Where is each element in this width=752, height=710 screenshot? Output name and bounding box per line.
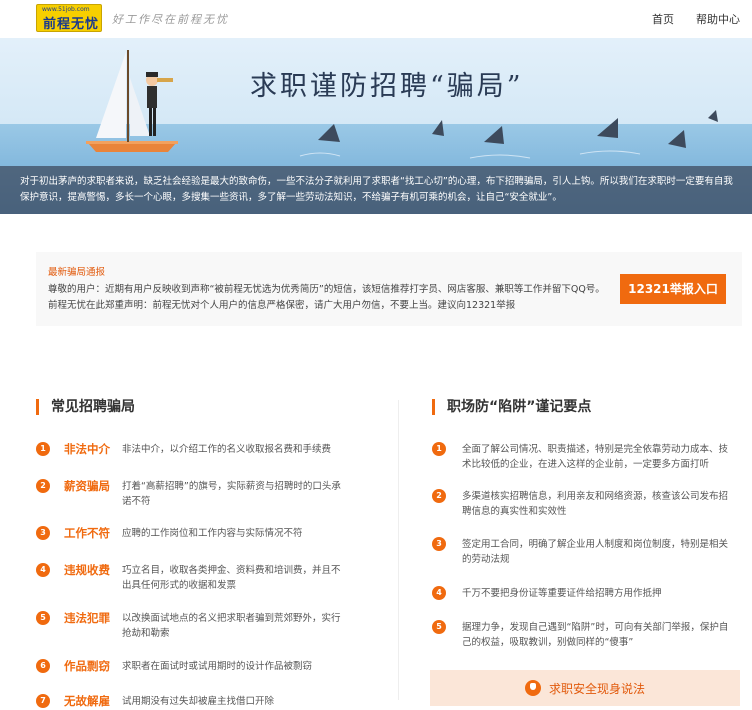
list-item: 7 无故解雇 试用期没有过失却被雇主找借口开除 xyxy=(36,694,347,709)
item-desc: 求职者在面试时或试用期时的设计作品被剽窃 xyxy=(122,661,313,672)
item-desc: 千万不要把身份证等重要证件给招聘方用作抵押 xyxy=(462,588,662,599)
item-name: 非法中介 xyxy=(64,442,110,456)
notice-body: 尊敬的用户：近期有用户反映收到声称“被前程无忧选为优秀简历”的短信，该短信推荐打… xyxy=(48,284,605,311)
item-desc: 巧立名目，收取各类押金、资料费和培训费，并且不出具任何形式的收据和发票 xyxy=(122,565,341,591)
nav-home-link[interactable]: 首页 xyxy=(652,11,674,27)
item-name: 工作不符 xyxy=(64,526,110,540)
item-desc: 应聘的工作岗位和工作内容与实际情况不符 xyxy=(122,528,303,539)
item-name: 违规收费 xyxy=(64,563,110,577)
common-scams-title: 常见招聘骗局 xyxy=(36,399,135,415)
safety-stories-button[interactable]: 求职安全现身说法 xyxy=(430,670,740,706)
safety-stories-label: 求职安全现身说法 xyxy=(548,681,645,696)
item-desc: 非法中介，以介绍工作的名义收取报名费和手续费 xyxy=(122,444,332,455)
item-name: 薪资骗局 xyxy=(64,479,110,493)
column-divider xyxy=(398,400,399,700)
top-header: www.51job.com 前程无忧 好工作尽在前程无忧 首页 帮助中心 xyxy=(0,0,752,38)
workplace-tips-title: 职场防“陷阱”谨记要点 xyxy=(432,399,591,415)
slogan: 好工作尽在前程无忧 xyxy=(112,13,229,26)
item-name: 作品剽窃 xyxy=(64,659,110,673)
list-item: 4 违规收费 巧立名目，收取各类押金、资料费和培训费，并且不出具任何形式的收据和… xyxy=(36,563,347,593)
list-item: 5 违法犯罪 以改换面试地点的名义把求职者骗到荒郊野外，实行抢劫和勒索 xyxy=(36,611,347,641)
list-item: 3 签定用工合同，明确了解企业用人制度和岗位制度，特别是相关的劳动法规 xyxy=(432,537,737,567)
latest-scam-notice: 最新骗局通报 尊敬的用户：近期有用户反映收到声称“被前程无忧选为优秀简历”的短信… xyxy=(36,252,742,326)
number-badge: 6 xyxy=(36,659,50,673)
list-item: 4 千万不要把身份证等重要证件给招聘方用作抵押 xyxy=(432,586,737,601)
item-desc: 签定用工合同，明确了解企业用人制度和岗位制度，特别是相关的劳动法规 xyxy=(462,539,729,565)
top-nav: 首页 帮助中心 xyxy=(652,11,740,27)
report-12321-button[interactable]: 12321举报入口 xyxy=(620,274,726,304)
item-desc: 打着“高薪招聘”的旗号，实际薪资与招聘时的口头承诺不符 xyxy=(122,481,341,507)
number-badge: 2 xyxy=(432,489,446,503)
item-desc: 以改换面试地点的名义把求职者骗到荒郊野外，实行抢劫和勒索 xyxy=(122,613,341,639)
item-name: 违法犯罪 xyxy=(64,611,110,625)
list-item: 2 多渠道核实招聘信息，利用亲友和网络资源，核查该公司发布招聘信息的真实性和实效… xyxy=(432,489,737,519)
list-item: 1 非法中介 非法中介，以介绍工作的名义收取报名费和手续费 xyxy=(36,442,347,457)
item-desc: 据理力争，发现自己遇到“陷阱”时，可向有关部门举报，保护自己的权益，吸取教训，别… xyxy=(462,622,729,648)
number-badge: 2 xyxy=(36,479,50,493)
item-name: 无故解雇 xyxy=(64,694,110,708)
logo-text: 前程无忧 xyxy=(43,17,100,32)
list-item: 3 工作不符 应聘的工作岗位和工作内容与实际情况不符 xyxy=(36,526,347,541)
shield-icon xyxy=(524,680,541,696)
hero-banner: 求职谨防招聘“骗局” 对于初出茅庐的求职者来说，缺乏社会经验是最大的致命伤，一些… xyxy=(0,38,752,214)
list-item: 1 全面了解公司情况、职责描述，特别是完全依靠劳动力成本、技术比较低的企业，在进… xyxy=(432,442,737,472)
list-item: 2 薪资骗局 打着“高薪招聘”的旗号，实际薪资与招聘时的口头承诺不符 xyxy=(36,479,347,509)
number-badge: 4 xyxy=(36,563,50,577)
item-desc: 多渠道核实招聘信息，利用亲友和网络资源，核查该公司发布招聘信息的真实性和实效性 xyxy=(462,491,729,517)
notice-title: 最新骗局通报 xyxy=(48,267,106,278)
number-badge: 3 xyxy=(432,537,446,551)
number-badge: 4 xyxy=(432,586,446,600)
number-badge: 1 xyxy=(36,442,50,456)
list-item: 5 据理力争，发现自己遇到“陷阱”时，可向有关部门举报，保护自己的权益，吸取教训… xyxy=(432,620,737,650)
logo-url: www.51job.com xyxy=(42,6,90,13)
number-badge: 3 xyxy=(36,526,50,540)
number-badge: 7 xyxy=(36,694,50,708)
number-badge: 1 xyxy=(432,442,446,456)
number-badge: 5 xyxy=(36,611,50,625)
number-badge: 5 xyxy=(432,620,446,634)
banner-title: 求职谨防招聘“骗局” xyxy=(250,71,524,102)
banner-intro-text: 对于初出茅庐的求职者来说，缺乏社会经验是最大的致命伤，一些不法分子就利用了求职者… xyxy=(0,166,752,214)
logo[interactable]: www.51job.com 前程无忧 xyxy=(36,4,102,32)
item-desc: 全面了解公司情况、职责描述，特别是完全依靠劳动力成本、技术比较低的企业，在进入这… xyxy=(462,444,729,470)
nav-help-link[interactable]: 帮助中心 xyxy=(696,11,740,27)
list-item: 6 作品剽窃 求职者在面试时或试用期时的设计作品被剽窃 xyxy=(36,659,347,674)
item-desc: 试用期没有过失却被雇主找借口开除 xyxy=(122,696,275,707)
